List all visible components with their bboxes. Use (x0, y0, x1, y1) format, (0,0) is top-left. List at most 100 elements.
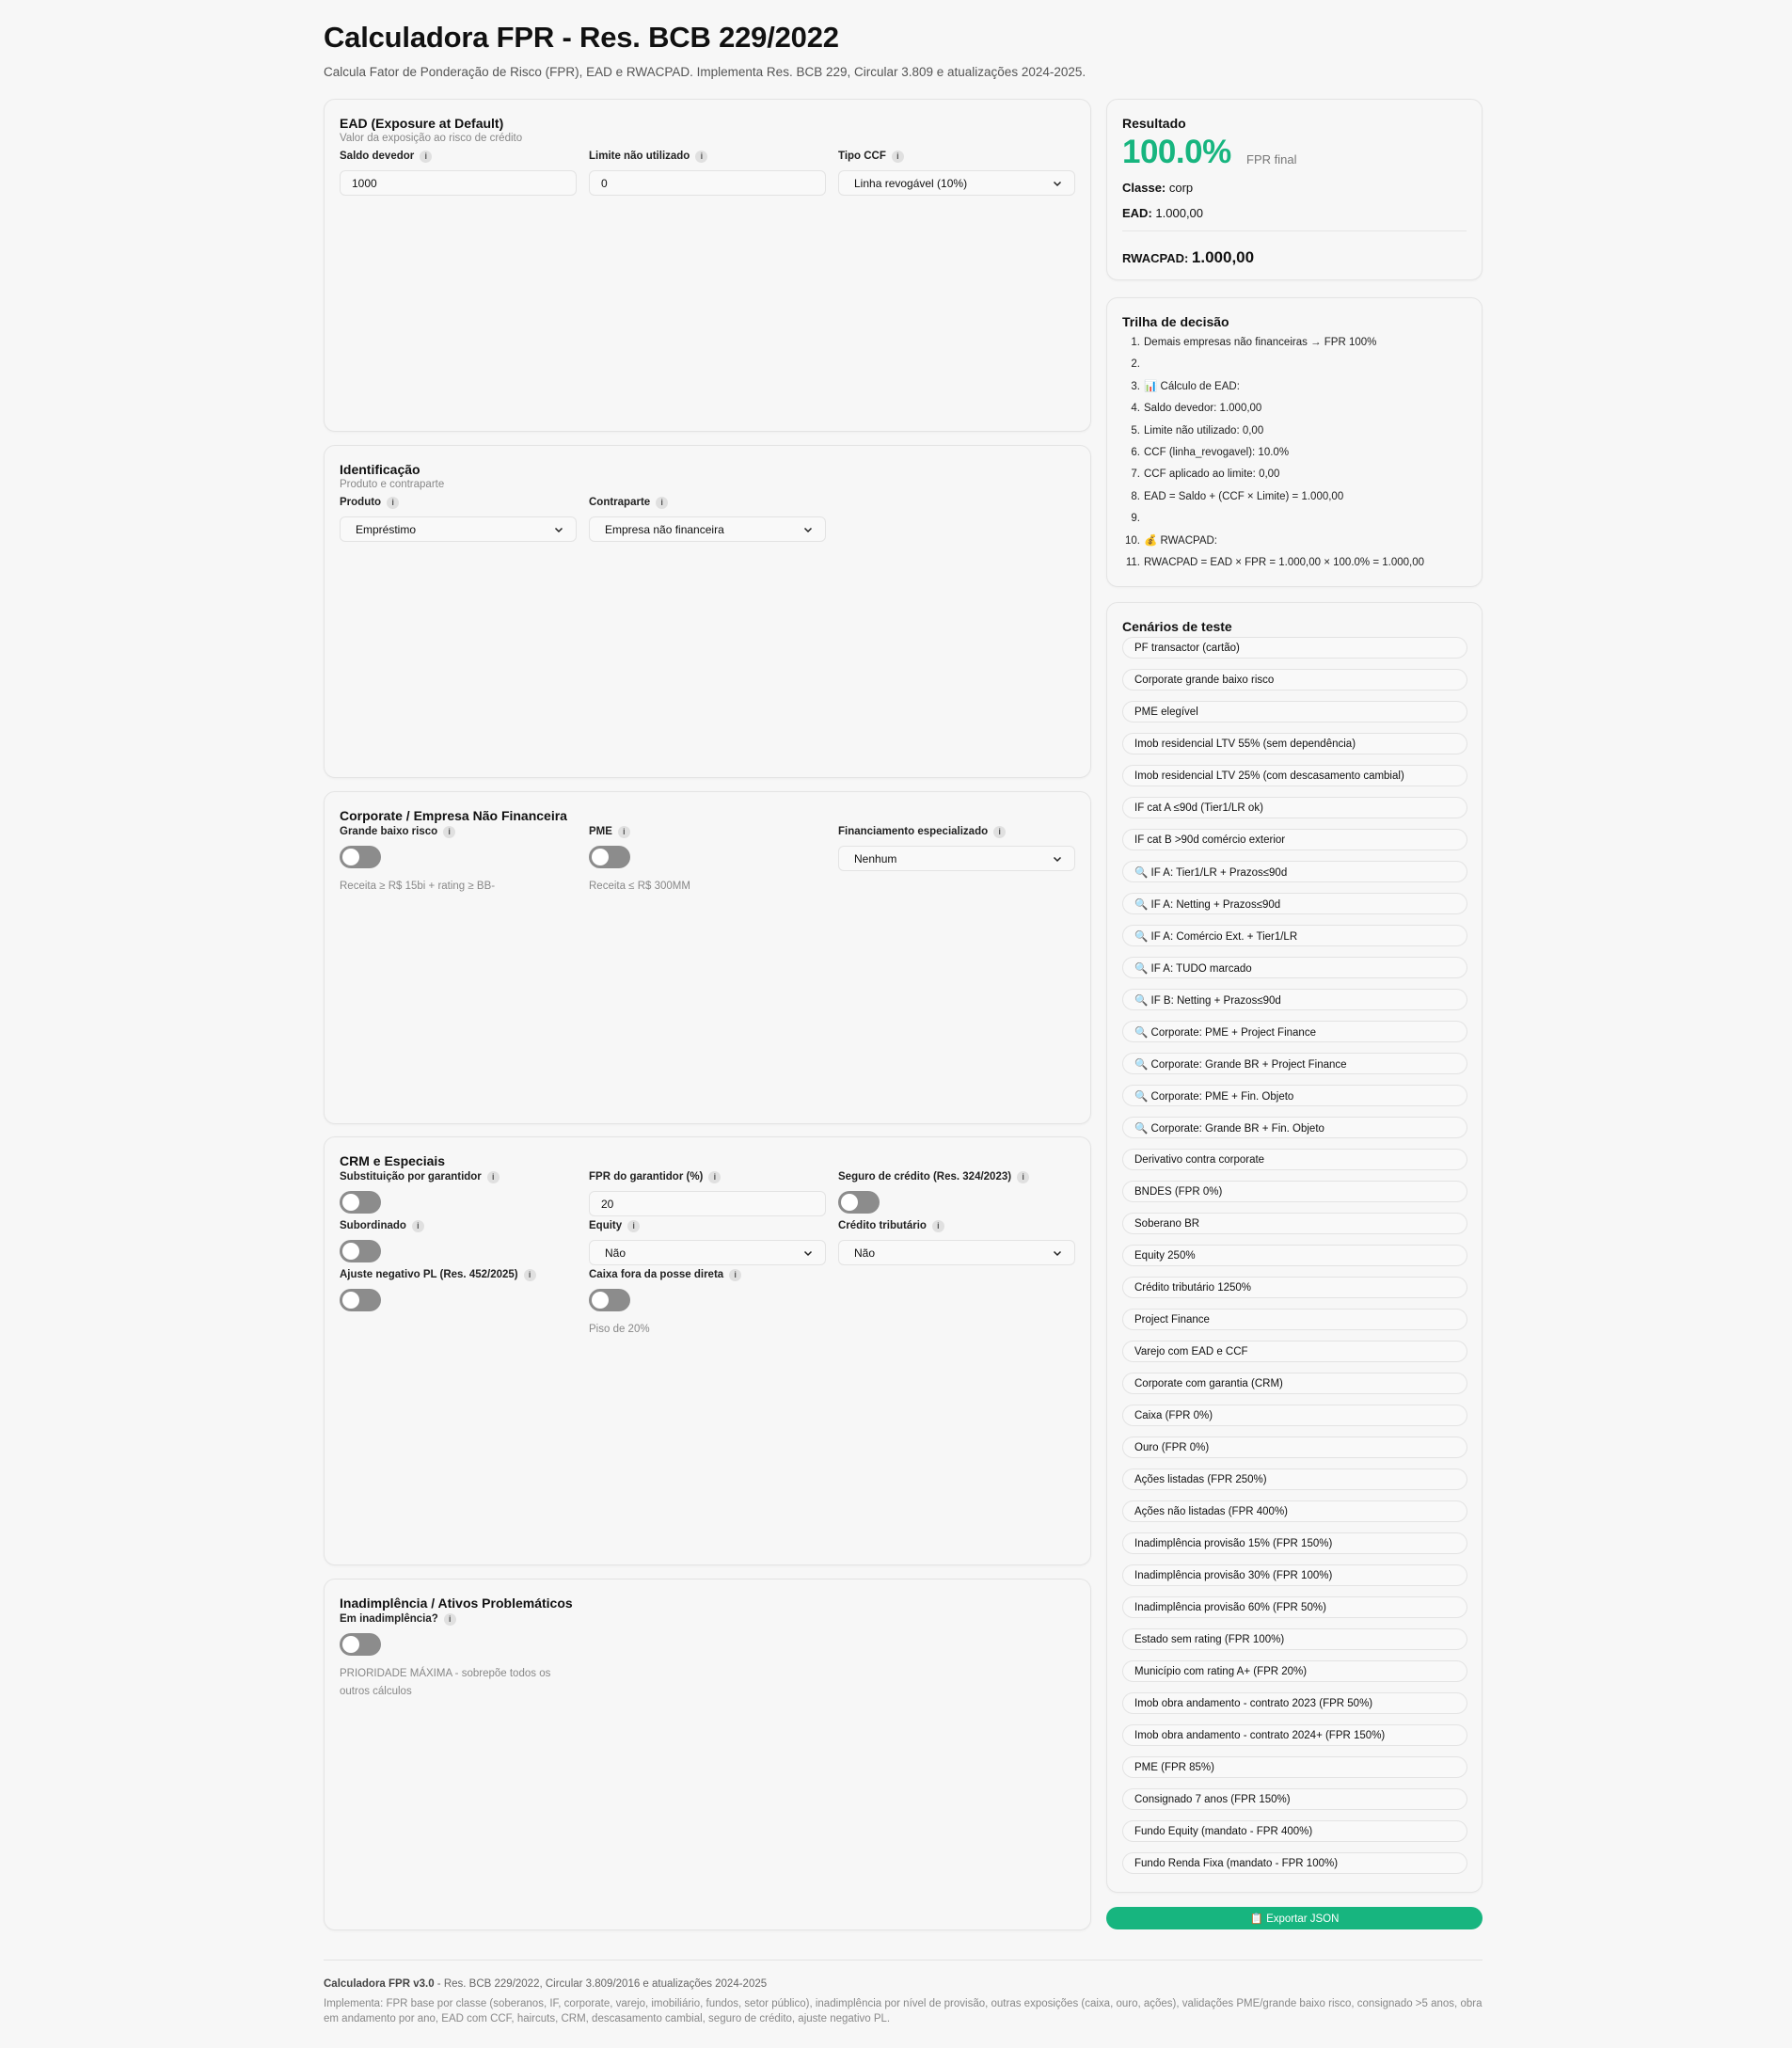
trail-step-number: 9. (1131, 513, 1140, 525)
scenario-button[interactable]: Ações listadas (FPR 250%) (1122, 1469, 1467, 1490)
grande-baixo-risco-toggle[interactable] (340, 846, 381, 868)
scenario-button[interactable]: PME elegível (1122, 701, 1467, 722)
scenario-button[interactable]: 🔍 IF A: TUDO marcado (1122, 957, 1467, 978)
fpr-garantidor-input[interactable]: 20 (589, 1191, 826, 1216)
info-icon[interactable]: i (891, 150, 904, 163)
trail-step-number: 8. (1131, 490, 1140, 502)
limite-input[interactable]: 0 (589, 170, 826, 196)
scenario-button[interactable]: Derivativo contra corporate (1122, 1149, 1467, 1170)
info-icon[interactable]: i (931, 1219, 944, 1232)
info-icon[interactable]: i (420, 150, 433, 163)
info-icon[interactable]: i (486, 1170, 500, 1183)
caixa-toggle[interactable] (589, 1289, 630, 1311)
scenario-button[interactable]: Imob obra andamento - contrato 2023 (FPR… (1122, 1692, 1467, 1714)
fpr-value: 100.0% (1122, 134, 1231, 170)
ccf-select[interactable]: Linha revogável (10%) (838, 170, 1075, 196)
chevron-down-icon (554, 527, 563, 532)
scenario-button[interactable]: Ações não listadas (FPR 400%) (1122, 1500, 1467, 1522)
trail-step-text: 📊 Cálculo de EAD: (1144, 380, 1240, 392)
produto-select[interactable]: Empréstimo (340, 516, 577, 542)
rwacpad-value: 1.000,00 (1191, 248, 1255, 266)
info-icon[interactable]: i (523, 1268, 536, 1281)
scenario-button[interactable]: PF transactor (cartão) (1122, 637, 1467, 659)
scenario-button[interactable]: 🔍 IF A: Netting + Prazos≤90d (1122, 893, 1467, 914)
info-icon[interactable]: i (656, 496, 669, 509)
scenario-button[interactable]: Inadimplência provisão 15% (FPR 150%) (1122, 1532, 1467, 1554)
info-icon[interactable]: i (387, 496, 400, 509)
scenario-button[interactable]: 🔍 IF B: Netting + Prazos≤90d (1122, 989, 1467, 1010)
financiamento-field: Financiamento especializado i Nenhum (838, 824, 1075, 871)
scenario-button[interactable]: Corporate grande baixo risco (1122, 669, 1467, 691)
financiamento-select[interactable]: Nenhum (838, 846, 1075, 871)
scenario-button[interactable]: Inadimplência provisão 30% (FPR 100%) (1122, 1564, 1467, 1586)
scenario-button[interactable]: Consignado 7 anos (FPR 150%) (1122, 1788, 1467, 1810)
credito-tributario-select-value: Não (854, 1246, 876, 1260)
scenario-button[interactable]: Soberano BR (1122, 1213, 1467, 1234)
scenario-button[interactable]: Inadimplência provisão 60% (FPR 50%) (1122, 1596, 1467, 1618)
scenario-button[interactable]: Imob residencial LTV 55% (sem dependênci… (1122, 733, 1467, 754)
scenario-button[interactable]: Município com rating A+ (FPR 20%) (1122, 1660, 1467, 1682)
info-icon[interactable]: i (411, 1219, 424, 1232)
scenario-button[interactable]: Equity 250% (1122, 1245, 1467, 1266)
scenario-button[interactable]: PME (FPR 85%) (1122, 1756, 1467, 1778)
scenario-button[interactable]: Imob residencial LTV 25% (com descasamen… (1122, 765, 1467, 786)
scenario-button[interactable]: IF cat B >90d comércio exterior (1122, 829, 1467, 850)
scenario-button[interactable]: Project Finance (1122, 1309, 1467, 1330)
info-icon[interactable]: i (443, 1612, 456, 1626)
scenario-button[interactable]: 🔍 Corporate: PME + Project Finance (1122, 1021, 1467, 1042)
scenario-button[interactable]: Fundo Renda Fixa (mandato - FPR 100%) (1122, 1852, 1467, 1874)
export-json-button[interactable]: 📋 Exportar JSON (1106, 1907, 1483, 1929)
ajuste-pl-toggle[interactable] (340, 1289, 381, 1311)
pme-hint: Receita ≤ R$ 300MM (589, 881, 690, 892)
trail-step-text: Limite não utilizado: 0,00 (1144, 424, 1264, 437)
scenario-button[interactable]: BNDES (FPR 0%) (1122, 1181, 1467, 1202)
subordinado-toggle[interactable] (340, 1240, 381, 1262)
card-title: EAD (Exposure at Default) (340, 116, 504, 131)
scenario-button[interactable]: 🔍 Corporate: Grande BR + Fin. Objeto (1122, 1117, 1467, 1138)
seguro-label: Seguro de crédito (Res. 324/2023) (838, 1171, 1012, 1183)
chevron-down-icon (1053, 1250, 1062, 1256)
equity-select[interactable]: Não (589, 1240, 826, 1265)
card-title: Trilha de decisão (1122, 314, 1229, 329)
info-icon[interactable]: i (627, 1219, 641, 1232)
caixa-hint: Piso de 20% (589, 1324, 650, 1335)
scenario-button[interactable]: IF cat A ≤90d (Tier1/LR ok) (1122, 797, 1467, 818)
scenario-button[interactable]: Corporate com garantia (CRM) (1122, 1373, 1467, 1394)
info-icon[interactable]: i (443, 825, 456, 838)
scenario-button[interactable]: Ouro (FPR 0%) (1122, 1437, 1467, 1458)
info-icon[interactable]: i (695, 150, 708, 163)
saldo-input[interactable]: 1000 (340, 170, 577, 196)
rwacpad-label: RWACPAD: (1122, 251, 1189, 265)
grande-baixo-risco-field: Grande baixo risco i Receita ≥ R$ 15bi + … (340, 824, 577, 896)
scenario-button[interactable]: Fundo Equity (mandato - FPR 400%) (1122, 1820, 1467, 1842)
scenario-button[interactable]: 🔍 Corporate: Grande BR + Project Finance (1122, 1053, 1467, 1074)
scenario-button[interactable]: 🔍 IF A: Tier1/LR + Prazos≤90d (1122, 861, 1467, 882)
credito-tributario-select[interactable]: Não (838, 1240, 1075, 1265)
grande-baixo-risco-label: Grande baixo risco (340, 826, 438, 837)
trail-step: 5. Limite não utilizado: 0,00 (1122, 424, 1424, 446)
scenario-button[interactable]: 🔍 Corporate: PME + Fin. Objeto (1122, 1085, 1467, 1106)
scenario-button[interactable]: Imob obra andamento - contrato 2024+ (FP… (1122, 1724, 1467, 1746)
info-icon[interactable]: i (729, 1268, 742, 1281)
info-icon[interactable]: i (617, 825, 630, 838)
scenario-button[interactable]: Estado sem rating (FPR 100%) (1122, 1628, 1467, 1650)
scenario-button[interactable]: Varejo com EAD e CCF (1122, 1341, 1467, 1362)
saldo-label: Saldo devedor (340, 151, 415, 162)
trail-step-number: 2. (1131, 358, 1140, 371)
seguro-toggle[interactable] (838, 1191, 880, 1214)
ead-line: EAD: 1.000,00 (1122, 206, 1203, 220)
footer-description: Implementa: FPR base por classe (soberan… (324, 1998, 1483, 2024)
card-title: Corporate / Empresa Não Financeira (340, 808, 567, 823)
scenario-button[interactable]: Caixa (FPR 0%) (1122, 1405, 1467, 1426)
info-icon[interactable]: i (993, 825, 1007, 838)
scenario-button[interactable]: 🔍 IF A: Comércio Ext. + Tier1/LR (1122, 925, 1467, 946)
inadimplencia-toggle[interactable] (340, 1633, 381, 1656)
scenario-button[interactable]: Crédito tributário 1250% (1122, 1277, 1467, 1298)
contraparte-select[interactable]: Empresa não financeira (589, 516, 826, 542)
saldo-field: Saldo devedor i 1000 (340, 149, 577, 196)
trail-step-number: 10. (1125, 534, 1140, 547)
garantidor-toggle[interactable] (340, 1191, 381, 1214)
pme-toggle[interactable] (589, 846, 630, 868)
info-icon[interactable]: i (708, 1170, 722, 1183)
info-icon[interactable]: i (1017, 1170, 1030, 1183)
